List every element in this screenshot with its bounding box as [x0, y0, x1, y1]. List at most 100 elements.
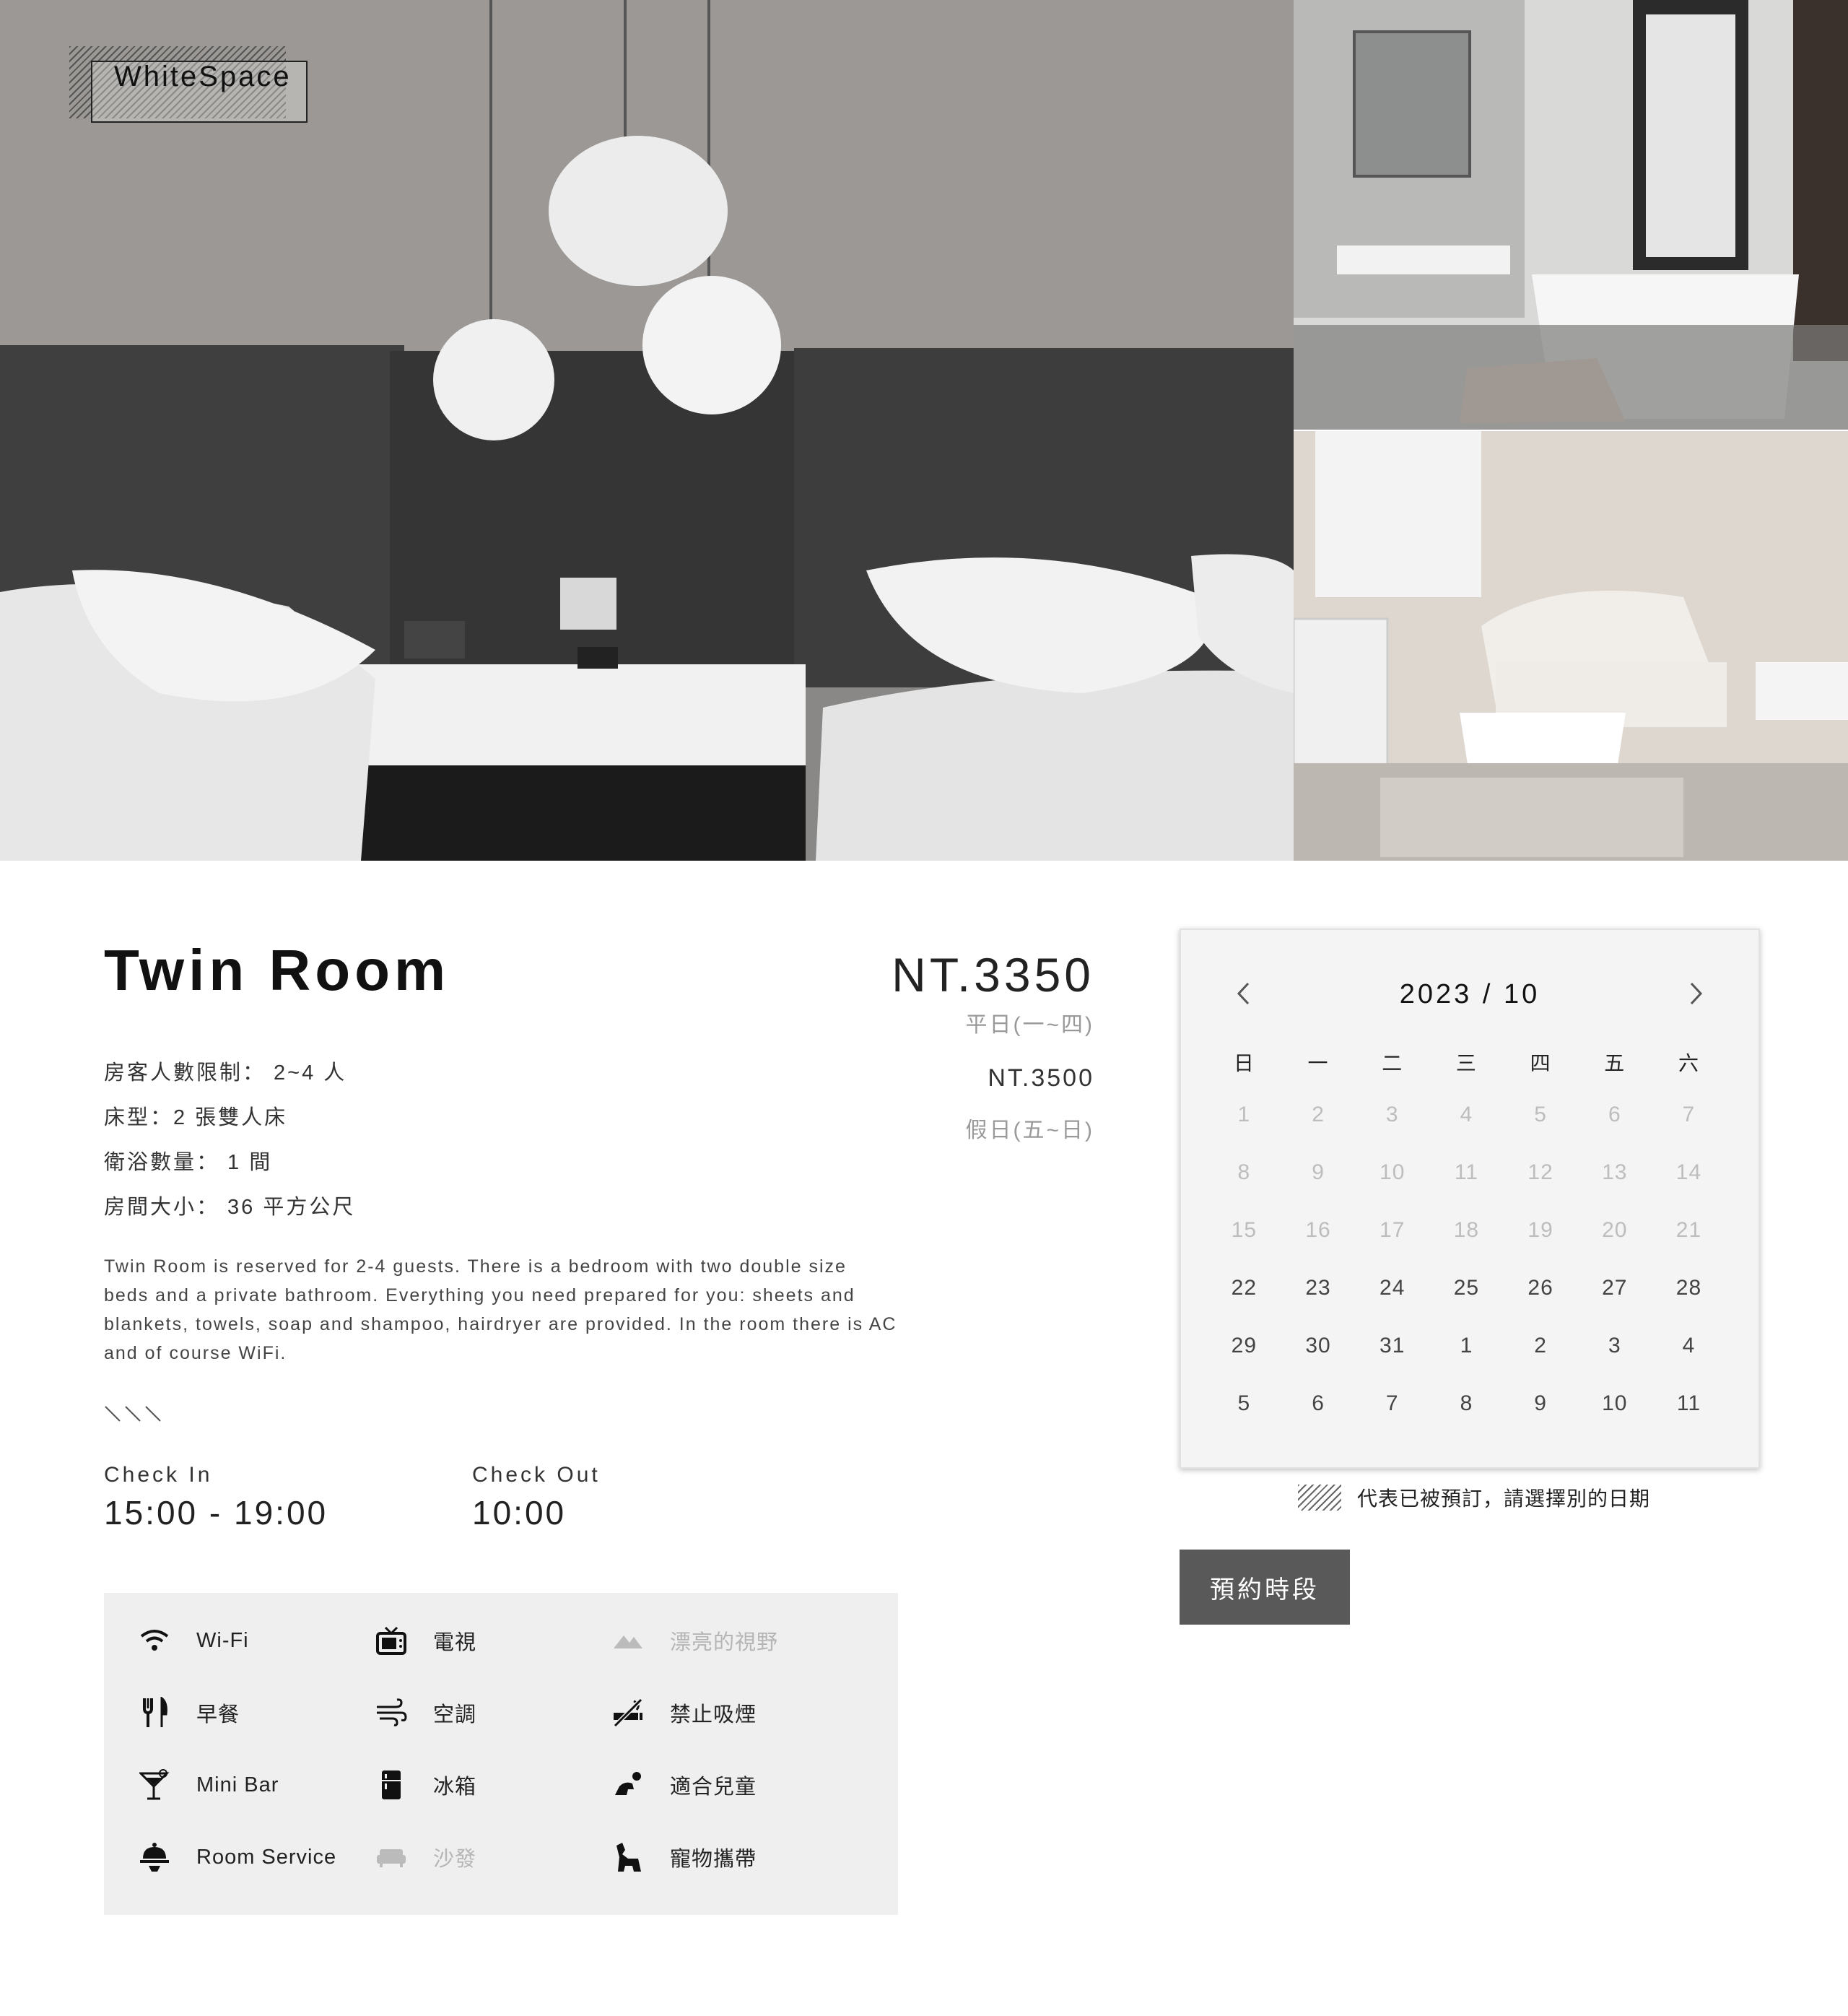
- mountain-view-icon: [611, 1623, 645, 1658]
- weekday-price: NT.3350: [892, 948, 1094, 1002]
- amenity-label: 漂亮的視野: [670, 1631, 779, 1654]
- calendar-day[interactable]: 8: [1429, 1391, 1504, 1416]
- brand-logo[interactable]: WhiteSpace: [69, 46, 308, 123]
- calendar-day[interactable]: 29: [1207, 1334, 1281, 1358]
- weekday-header: 日: [1233, 1052, 1255, 1074]
- calendar-day[interactable]: 24: [1355, 1276, 1429, 1300]
- calendar-grid: 日一二三四五六 1 2 3 4 5 6 7 8 9 10 11 12 13 14 15 16 17 18 19 20 21…: [1207, 1038, 1728, 1433]
- amenity-label: 空調: [433, 1703, 477, 1726]
- calendar-day[interactable]: 3: [1577, 1334, 1652, 1358]
- holiday-price: NT.3500: [988, 1064, 1094, 1092]
- pet-icon: [611, 1840, 645, 1874]
- calendar-day[interactable]: 25: [1429, 1276, 1504, 1300]
- weekday-header: 三: [1455, 1052, 1477, 1074]
- spec-room-size: 房間大小： 36 平方公尺: [104, 1196, 356, 1219]
- amenity-breakfast: 早餐: [137, 1693, 240, 1733]
- calendar-day[interactable]: 9: [1504, 1391, 1578, 1416]
- calendar-day[interactable]: 2: [1504, 1334, 1578, 1358]
- calendar-day[interactable]: 6: [1281, 1391, 1356, 1416]
- calendar-day-disabled: 2: [1312, 1103, 1325, 1126]
- wifi-icon: [137, 1623, 172, 1658]
- amenity-view: 漂亮的視野: [611, 1620, 778, 1661]
- calendar-day-disabled: 19: [1527, 1218, 1553, 1242]
- calendar-day-disabled: 7: [1682, 1103, 1696, 1126]
- check-in-label: Check In: [104, 1463, 213, 1487]
- calendar-day-disabled: 8: [1237, 1160, 1251, 1184]
- weekday-header: 六: [1678, 1052, 1699, 1074]
- room-title: Twin Room: [104, 938, 450, 1002]
- sofa-icon: [374, 1840, 409, 1874]
- amenity-label: Wi-Fi: [196, 1628, 249, 1652]
- room-service-icon: [137, 1840, 172, 1874]
- calendar-day[interactable]: 26: [1504, 1276, 1578, 1300]
- amenity-tv: 電視: [374, 1620, 476, 1661]
- calendar-weekday-row: 日一二三四五六: [1207, 1038, 1728, 1086]
- calendar-week-row: 29 30 31 1 2 3 4: [1207, 1317, 1728, 1375]
- weekday-label: 平日(一~四): [965, 1013, 1094, 1037]
- amenity-wifi: Wi-Fi: [137, 1620, 249, 1661]
- calendar-day[interactable]: 10: [1577, 1391, 1652, 1416]
- amenity-label: 冰箱: [433, 1776, 477, 1799]
- baby-crawl-icon: [611, 1768, 645, 1802]
- check-out: Check Out 10:00: [472, 1463, 601, 1532]
- calendar-day-disabled: 11: [1454, 1160, 1478, 1184]
- amenity-label: 沙發: [433, 1848, 477, 1871]
- booked-pattern-swatch: [1298, 1485, 1341, 1511]
- calendar-day-disabled: 9: [1312, 1160, 1325, 1184]
- calendar-day-disabled: 4: [1460, 1103, 1473, 1126]
- calendar-day-disabled: 5: [1534, 1103, 1547, 1126]
- check-in-time: 15:00 - 19:00: [104, 1494, 328, 1531]
- no-smoking-icon: [611, 1695, 645, 1730]
- weekday-header: 四: [1530, 1052, 1551, 1074]
- calendar-day-disabled: 3: [1385, 1103, 1399, 1126]
- wind-icon: [374, 1695, 409, 1730]
- calendar-day[interactable]: 31: [1355, 1334, 1429, 1358]
- calendar-week-row: 22 23 24 25 26 27 28: [1207, 1259, 1728, 1317]
- calendar-day-disabled: 21: [1675, 1218, 1702, 1242]
- fridge-icon: [374, 1768, 409, 1802]
- logo-text: WhiteSpace: [114, 61, 292, 92]
- amenity-label: 寵物攜帶: [670, 1848, 757, 1871]
- calendar-week-row: 1 2 3 4 5 6 7: [1207, 1086, 1728, 1144]
- calendar-day-disabled: 13: [1602, 1160, 1628, 1184]
- calendar-day[interactable]: 30: [1281, 1334, 1356, 1358]
- calendar-day[interactable]: 27: [1577, 1276, 1652, 1300]
- calendar-day[interactable]: 5: [1207, 1391, 1281, 1416]
- amenity-ac: 空調: [374, 1693, 476, 1733]
- check-in: Check In 15:00 - 19:00: [104, 1463, 328, 1532]
- calendar-day-disabled: 20: [1602, 1218, 1628, 1242]
- calendar-day-disabled: 6: [1608, 1103, 1621, 1126]
- calendar-day-disabled: 17: [1380, 1218, 1405, 1242]
- room-photo-gallery: [0, 0, 1848, 861]
- calendar-day[interactable]: 23: [1281, 1276, 1356, 1300]
- room-spec-list: 房客人數限制： 2~4 人 床型：2 張雙人床 衛浴數量： 1 間 房間大小： …: [104, 1059, 355, 1238]
- holiday-label: 假日(五~日): [965, 1118, 1094, 1142]
- calendar-month-title: 2023 / 10: [1399, 979, 1540, 1009]
- amenity-room-service: Room Service: [137, 1837, 336, 1877]
- calendar-week-row: 8 9 10 11 12 13 14: [1207, 1144, 1728, 1202]
- amenity-label: 電視: [433, 1631, 477, 1654]
- book-time-slot-button[interactable]: 預約時段: [1180, 1550, 1350, 1625]
- booking-calendar: 2023 / 10 日一二三四五六 1 2 3 4 5 6 7 8 9 10 11 12 13 14 15 16…: [1180, 929, 1760, 1469]
- bedroom-photo[interactable]: [0, 0, 1294, 861]
- amenity-pets: 寵物攜帶: [611, 1837, 757, 1877]
- check-out-label: Check Out: [472, 1463, 601, 1487]
- calendar-day[interactable]: 22: [1207, 1276, 1281, 1300]
- calendar-day[interactable]: 11: [1652, 1391, 1726, 1416]
- room-description: Twin Room is reserved for 2-4 guests. Th…: [104, 1256, 897, 1363]
- calendar-next-button[interactable]: [1682, 981, 1711, 1009]
- amenity-label: Mini Bar: [196, 1773, 279, 1796]
- living-area-photo[interactable]: [1294, 431, 1848, 861]
- calendar-day[interactable]: 1: [1429, 1334, 1504, 1358]
- calendar-day[interactable]: 28: [1652, 1276, 1726, 1300]
- amenity-fridge: 冰箱: [374, 1765, 476, 1805]
- check-out-time: 10:00: [472, 1494, 567, 1531]
- weekday-header: 一: [1307, 1052, 1329, 1074]
- calendar-day[interactable]: 4: [1652, 1334, 1726, 1358]
- calendar-day[interactable]: 7: [1355, 1391, 1429, 1416]
- calendar-day-disabled: 1: [1237, 1103, 1251, 1126]
- amenity-kid-friendly: 適合兒童: [611, 1765, 757, 1805]
- bathroom-photo[interactable]: [1294, 0, 1848, 430]
- calendar-day-disabled: 18: [1453, 1218, 1480, 1242]
- calendar-day-disabled: 15: [1231, 1218, 1258, 1242]
